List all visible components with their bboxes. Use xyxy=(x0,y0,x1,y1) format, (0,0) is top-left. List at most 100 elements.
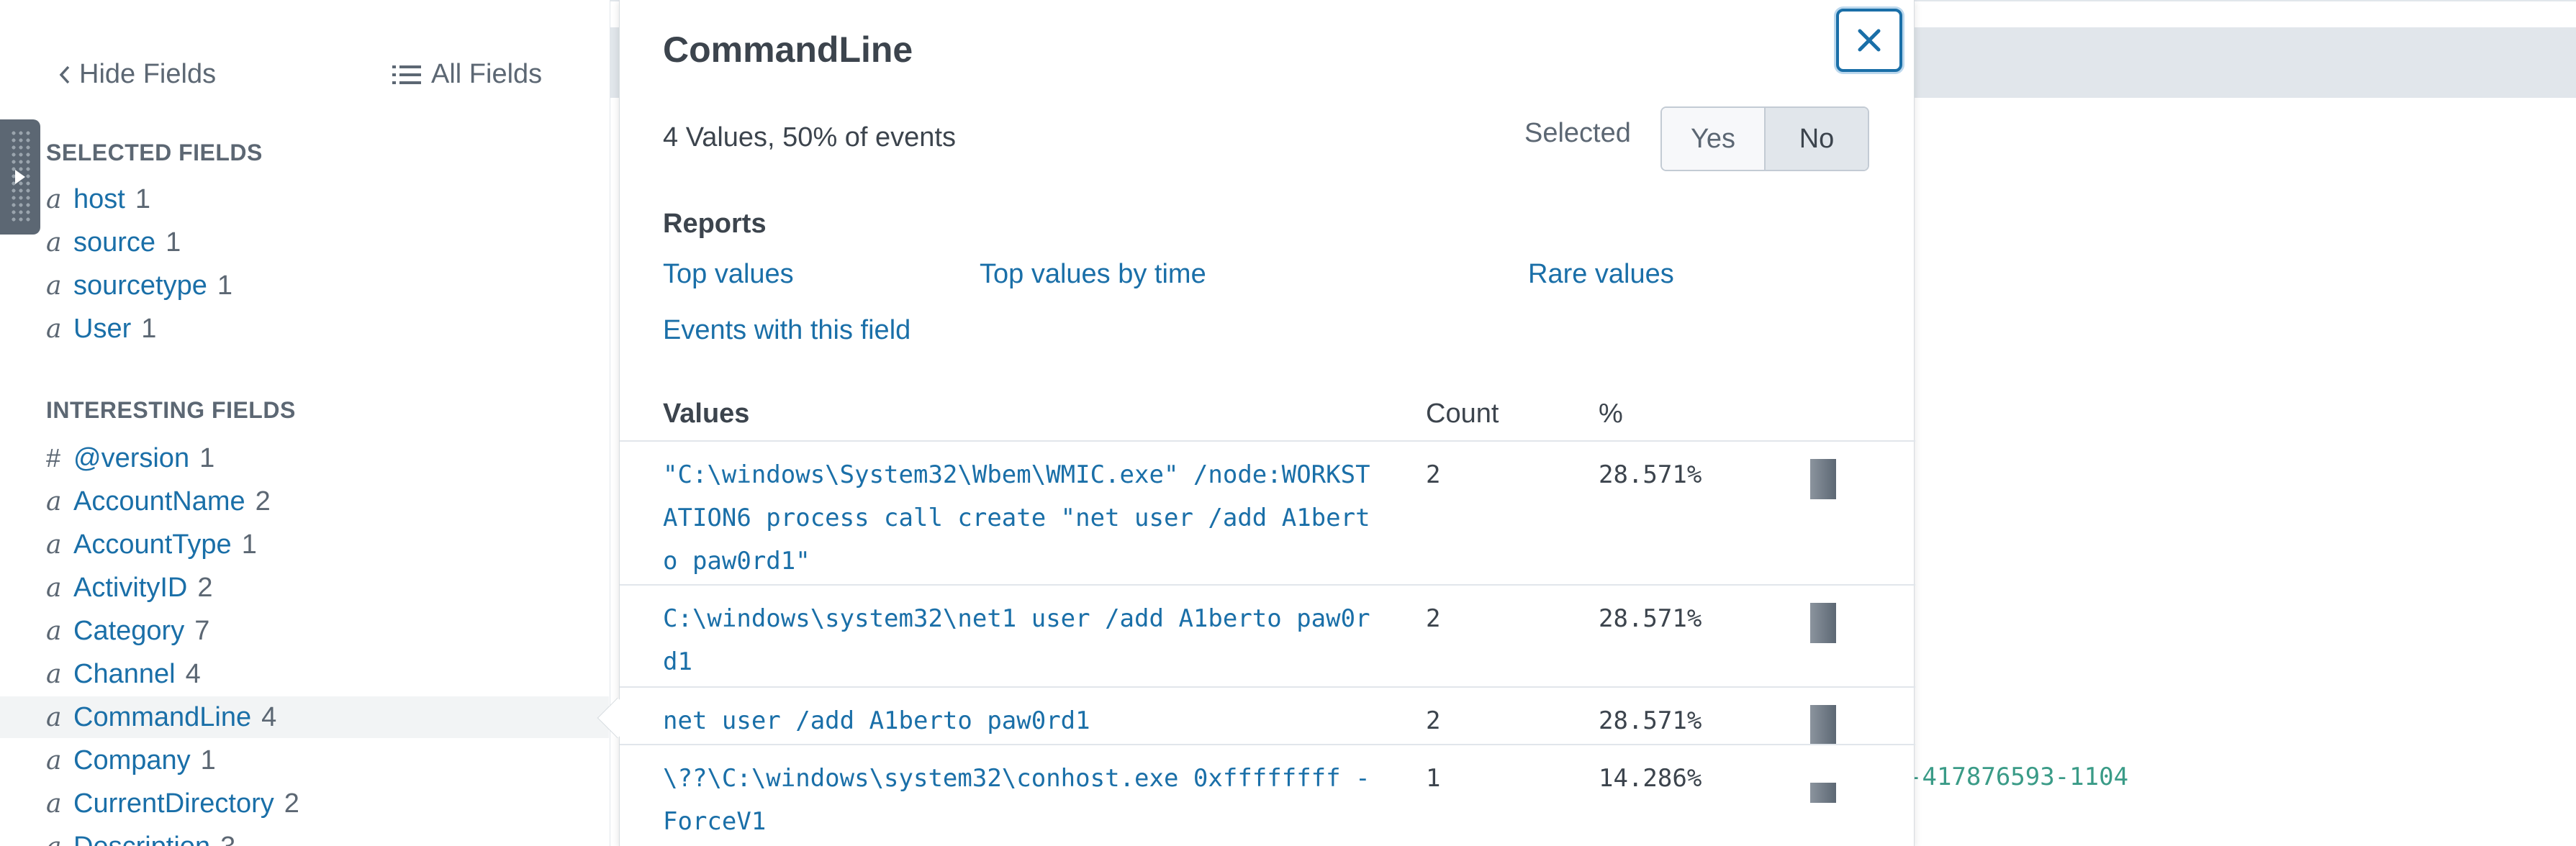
field-count: 1 xyxy=(199,442,215,473)
values-summary: 4 Values, 50% of events xyxy=(663,122,956,153)
field-item[interactable]: # @version 1 xyxy=(0,437,609,479)
field-name[interactable]: Channel xyxy=(73,659,176,690)
field-count: 1 xyxy=(241,529,257,560)
string-type-icon: a xyxy=(46,270,62,301)
value-link[interactable]: \??\C:\windows\system32\conhost.exe 0xff… xyxy=(663,757,1383,843)
field-count: 4 xyxy=(185,658,201,689)
value-bar-track xyxy=(1810,603,1836,643)
interesting-fields-heading: INTERESTING FIELDS xyxy=(46,397,296,423)
string-type-icon: a xyxy=(46,788,62,819)
field-item[interactable]: a ActivityID 2 xyxy=(0,567,609,609)
value-percent: 28.571% xyxy=(1599,604,1702,633)
field-name[interactable]: sourcetype xyxy=(73,270,207,301)
list-icon xyxy=(392,65,421,84)
string-type-icon: a xyxy=(46,573,62,603)
fields-sidebar: Hide Fields All Fields SELECTED FIELDS a… xyxy=(0,0,610,846)
value-row: C:\windows\system32\net1 user /add A1ber… xyxy=(620,584,1915,686)
field-name[interactable]: host xyxy=(73,184,125,215)
field-item[interactable]: a Channel 4 xyxy=(0,653,609,695)
count-column-header: Count xyxy=(1426,399,1499,429)
percent-column-header: % xyxy=(1599,399,1623,429)
selected-toggle: Yes No xyxy=(1660,106,1869,171)
value-link[interactable]: net user /add A1berto paw0rd1 xyxy=(663,699,1383,742)
rare-values-link[interactable]: Rare values xyxy=(1528,259,1674,290)
field-item[interactable]: a source 1 xyxy=(0,222,609,263)
string-type-icon: a xyxy=(46,314,62,344)
field-count: 1 xyxy=(217,270,233,301)
string-type-icon: a xyxy=(46,227,62,258)
chevron-left-icon xyxy=(59,65,70,83)
value-bar xyxy=(1810,603,1836,643)
string-type-icon: a xyxy=(46,616,62,646)
field-name[interactable]: CommandLine xyxy=(73,702,251,733)
toggle-yes-button[interactable]: Yes xyxy=(1662,108,1764,170)
field-name[interactable]: Company xyxy=(73,745,191,776)
field-item[interactable]: a CurrentDirectory 2 xyxy=(0,783,609,824)
value-link[interactable]: C:\windows\system32\net1 user /add A1ber… xyxy=(663,597,1383,683)
value-bar-track xyxy=(1810,705,1836,745)
number-type-icon: # xyxy=(46,443,61,473)
field-count: 1 xyxy=(166,227,181,258)
top-values-by-time-link[interactable]: Top values by time xyxy=(980,259,1206,290)
toggle-no-button[interactable]: No xyxy=(1764,108,1868,170)
field-count: 7 xyxy=(194,615,210,646)
field-count: 2 xyxy=(255,486,271,517)
field-name[interactable]: User xyxy=(73,314,131,345)
all-fields-label: All Fields xyxy=(431,59,543,89)
value-link[interactable]: "C:\windows\System32\Wbem\WMIC.exe" /nod… xyxy=(663,453,1383,583)
field-name[interactable]: CurrentDirectory xyxy=(73,788,274,819)
all-fields-button[interactable]: All Fields xyxy=(392,59,542,90)
field-item[interactable]: aDescription 3 xyxy=(0,826,609,846)
value-row: net user /add A1berto paw0rd1 2 28.571% xyxy=(620,686,1915,745)
field-count: 1 xyxy=(141,313,157,344)
field-name[interactable]: source xyxy=(73,227,155,258)
field-count: 2 xyxy=(197,572,213,603)
field-item[interactable]: a sourcetype 1 xyxy=(0,265,609,306)
value-percent: 28.571% xyxy=(1599,460,1702,489)
value-bar xyxy=(1810,705,1836,745)
field-name[interactable]: Description xyxy=(73,832,210,846)
string-type-icon: a xyxy=(46,184,62,214)
value-count: 1 xyxy=(1426,764,1441,793)
top-values-link[interactable]: Top values xyxy=(663,259,794,290)
event-text-fragment: -417876593-1104 xyxy=(1907,763,2129,791)
value-bar-track xyxy=(1810,459,1836,499)
field-item[interactable]: a AccountType 1 xyxy=(0,524,609,565)
string-type-icon: a xyxy=(46,529,62,560)
field-item[interactable]: a CommandLine 4 xyxy=(0,696,609,738)
hide-fields-button[interactable]: Hide Fields xyxy=(58,59,216,90)
field-item[interactable]: a host 1 xyxy=(0,178,609,220)
popover-title: CommandLine xyxy=(663,29,913,70)
field-name[interactable]: @version xyxy=(73,443,189,474)
string-type-icon: a xyxy=(46,832,73,846)
field-name[interactable]: AccountName xyxy=(73,486,245,517)
value-count: 2 xyxy=(1426,604,1441,633)
string-type-icon: a xyxy=(46,486,62,517)
field-item[interactable]: a Company 1 xyxy=(0,740,609,781)
close-icon xyxy=(1858,29,1881,52)
field-count: 1 xyxy=(135,183,150,214)
field-name[interactable]: Category xyxy=(73,616,184,647)
field-item[interactable]: a Category 7 xyxy=(0,610,609,652)
hide-fields-label: Hide Fields xyxy=(79,59,217,89)
string-type-icon: a xyxy=(46,702,62,732)
value-row: \??\C:\windows\system32\conhost.exe 0xff… xyxy=(620,744,1915,846)
close-button[interactable] xyxy=(1836,9,1902,72)
values-column-header: Values xyxy=(663,399,750,429)
value-row: "C:\windows\System32\Wbem\WMIC.exe" /nod… xyxy=(620,440,1915,584)
value-bar xyxy=(1810,783,1836,803)
field-name[interactable]: AccountType xyxy=(73,529,232,560)
value-count: 2 xyxy=(1426,460,1441,489)
field-item[interactable]: a AccountName 2 xyxy=(0,481,609,522)
string-type-icon: a xyxy=(46,659,62,689)
field-count: 3 xyxy=(220,832,235,846)
field-count: 2 xyxy=(284,788,299,819)
field-item[interactable]: a User 1 xyxy=(0,308,609,350)
reports-heading: Reports xyxy=(663,209,767,239)
value-percent: 14.286% xyxy=(1599,764,1702,793)
field-name[interactable]: ActivityID xyxy=(73,573,187,604)
value-percent: 28.571% xyxy=(1599,706,1702,735)
string-type-icon: a xyxy=(46,745,62,776)
selected-label: Selected xyxy=(1524,118,1631,148)
events-with-field-link[interactable]: Events with this field xyxy=(663,315,910,346)
